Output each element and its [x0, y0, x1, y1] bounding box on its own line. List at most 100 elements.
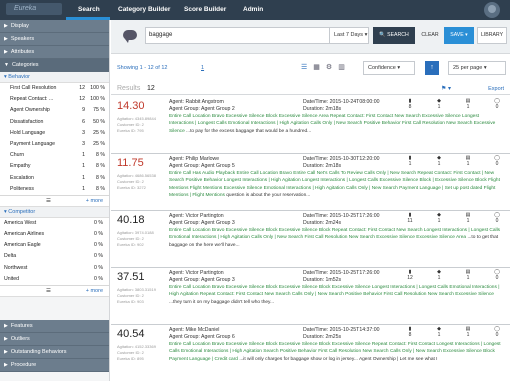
tab-search[interactable]: Search [78, 6, 100, 13]
competitor-tools: ☰ + more [0, 286, 109, 297]
tag-icon[interactable]: ◆ 1 [430, 98, 448, 110]
results-header: Results 12 ⚑ ▾ Export [111, 83, 510, 95]
sidebar-section-categories[interactable]: ▼ Categories [0, 59, 109, 72]
competitor-row[interactable]: Northwest 0 % [0, 263, 109, 274]
per-page-select[interactable]: 25 per page ▾ [448, 61, 506, 75]
result-agent: Agent: Victor Partington Agent Group: Age… [169, 213, 235, 226]
sidebar-section-procedure[interactable]: ▶ Procedure [0, 359, 109, 372]
menu-icon[interactable]: ☰ [46, 286, 51, 296]
tag-icon[interactable]: ◆ 1 [430, 212, 448, 224]
result-score: 37.51 [117, 271, 145, 283]
category-row[interactable]: Agent Ownership 9 75 % [0, 105, 109, 116]
result-quote: ...to pay for the excess baggage that wo… [186, 128, 312, 134]
category-row[interactable]: Payment Language 3 25 % [0, 139, 109, 150]
category-row[interactable]: Hold Language 3 25 % [0, 128, 109, 139]
date-range-select[interactable]: Last 7 Days ▾ [329, 27, 369, 44]
tab-admin[interactable]: Admin [243, 6, 263, 13]
comment-icon[interactable]: ◯ 0 [488, 269, 506, 281]
chart-icon[interactable]: ▥ [338, 63, 345, 71]
competitor-row[interactable]: United 0 % [0, 274, 109, 285]
competitor-row[interactable]: Delta 0 % [0, 251, 109, 262]
comment-icon[interactable]: ◯ 0 [488, 212, 506, 224]
result-stat-icons: ▮ 1 ◆ 1 ▤ 1 ◯ 0 [401, 155, 506, 167]
library-button[interactable]: LIBRARY [477, 27, 507, 44]
category-list: ▾ Behavior First Call Resolution 12 100 % … [0, 72, 109, 196]
competitor-row[interactable]: America West 0 % [0, 218, 109, 229]
search-button[interactable]: 🔍 SEARCH [373, 27, 415, 44]
competitor-row[interactable]: American Airlines 0 % [0, 229, 109, 240]
result-score: 11.75 [117, 157, 144, 169]
more-link[interactable]: + more [86, 286, 103, 296]
result-card[interactable]: 40.54 Agitation: 4152.33369 Customer ID: 2… [111, 324, 510, 381]
result-score: 14.30 [117, 100, 145, 112]
user-avatar-icon[interactable] [484, 2, 500, 18]
note-icon[interactable]: ▤ 1 [459, 326, 477, 338]
result-card[interactable]: 14.30 Agitation: 4345.89844 Customer ID: 2… [111, 96, 510, 154]
sidebar-section-display[interactable]: ▶ Display [0, 20, 109, 33]
list-view-icon[interactable]: ☰ [301, 63, 307, 71]
comment-icon[interactable]: ◯ 0 [488, 98, 506, 110]
caret-right-icon: ▶ [4, 323, 8, 329]
note-icon[interactable]: ▤ 1 [459, 269, 477, 281]
result-agent: Agent: Philip Marlowe Agent Group: Agent … [169, 156, 235, 169]
tag-icon[interactable]: ◆ 1 [430, 269, 448, 281]
caret-right-icon: ▶ [4, 336, 8, 342]
result-datetime: Date/Time: 2015-10-25T17:26:00 Duration: … [303, 213, 380, 226]
result-meta: Agitation: 4686.56538 Customer ID: 2 Eurek… [117, 173, 156, 190]
hits-icon: ▮ 12 [407, 269, 413, 281]
tag-icon[interactable]: ◆ 1 [430, 155, 448, 167]
grid-view-icon[interactable]: ▦ [313, 63, 320, 71]
result-card[interactable]: 37.51 Agitation: 3803.31519 Customer ID: 2… [111, 267, 510, 325]
filter-icon[interactable]: ⚑ ▾ [441, 85, 451, 92]
result-card[interactable]: 40.18 Agitation: 3974.0188 Customer ID: 2E… [111, 210, 510, 268]
tab-score-builder[interactable]: Score Builder [184, 6, 226, 13]
sidebar-section-outliers[interactable]: ▶ Outliers [0, 333, 109, 346]
result-card[interactable]: 11.75 Agitation: 4686.56538 Customer ID: 2… [111, 153, 510, 211]
result-datetime: Date/Time: 2015-10-24T08:00:00 Duration: … [303, 99, 380, 112]
note-icon[interactable]: ▤ 1 [459, 98, 477, 110]
category-group-behavior[interactable]: ▾ Behavior [0, 72, 109, 83]
sidebar-section-speakers[interactable]: ▶ Speakers [0, 33, 109, 46]
sidebar-section-features[interactable]: ▶ Features [0, 320, 109, 333]
menu-icon[interactable]: ☰ [46, 196, 51, 206]
search-input[interactable]: baggage [145, 27, 355, 44]
hits-icon: ▮ 8 [408, 326, 412, 338]
caret-right-icon: ▶ [4, 36, 8, 42]
tab-category-builder[interactable]: Category Builder [118, 6, 170, 13]
view-toggle: ☰ ▦ ⚙ ▥ [301, 63, 345, 71]
export-link[interactable]: Export [488, 86, 504, 92]
page-number-link[interactable]: 1 [201, 65, 204, 71]
note-icon[interactable]: ▤ 1 [459, 212, 477, 224]
settings-icon[interactable]: ⚙ [326, 63, 332, 71]
category-row[interactable]: Empathy 1 8 % [0, 161, 109, 172]
competitor-row[interactable]: American Eagle 0 % [0, 240, 109, 251]
category-row[interactable]: Repeat Contact: ... 12 100 % [0, 94, 109, 105]
comment-icon[interactable]: ◯ 0 [488, 326, 506, 338]
sidebar-section-attributes[interactable]: ▶ Attributes [0, 46, 109, 59]
category-row[interactable]: Escalation 1 8 % [0, 173, 109, 184]
sort-field-select[interactable]: Confidence ▾ [363, 61, 415, 75]
sort-direction-button[interactable]: ↑ [425, 61, 439, 75]
category-row[interactable]: First Call Resolution 12 100 % [0, 83, 109, 94]
category-group-competitor[interactable]: ▾ Competitor [0, 206, 109, 218]
showing-count: Showing 1 - 12 of 12 [117, 65, 168, 71]
category-row[interactable]: Dissatisfaction 6 50 % [0, 117, 109, 128]
category-row[interactable]: Politeness 1 8 % [0, 184, 109, 195]
note-icon[interactable]: ▤ 1 [459, 155, 477, 167]
result-categories: Entire Call Location Bravo Excessive Sil… [169, 342, 501, 362]
save-button[interactable]: SAVE ▾ [444, 27, 474, 44]
result-agent: Agent: Victor Partington Agent Group: Age… [169, 270, 235, 283]
tag-icon[interactable]: ◆ 1 [430, 326, 448, 338]
result-categories: Entire Call Location Bravo Excessive Sil… [169, 114, 496, 134]
result-datetime: Date/Time: 2015-10-30T12:20:00 Duration: … [303, 156, 380, 169]
category-row[interactable]: Churn 1 8 % [0, 150, 109, 161]
results-toolbar: Showing 1 - 12 of 12 1 ☰ ▦ ⚙ ▥ Confidenc… [111, 60, 510, 76]
comment-icon[interactable]: ◯ 0 [488, 155, 506, 167]
caret-right-icon: ▶ [4, 349, 8, 355]
result-datetime: Date/Time: 2015-10-25T17:26:00 Duration: … [303, 270, 380, 283]
clear-button[interactable]: CLEAR [418, 27, 442, 44]
sidebar: ▶ Display ▶ Speakers ▶ Attributes ▼ Categori… [0, 20, 110, 381]
more-link[interactable]: + more [86, 196, 103, 206]
sidebar-section-outstanding-behaviors[interactable]: ▶ Outstanding Behaviors [0, 346, 109, 359]
result-datetime: Date/Time: 2015-10-25T14:37:00 Duration: … [303, 327, 380, 340]
